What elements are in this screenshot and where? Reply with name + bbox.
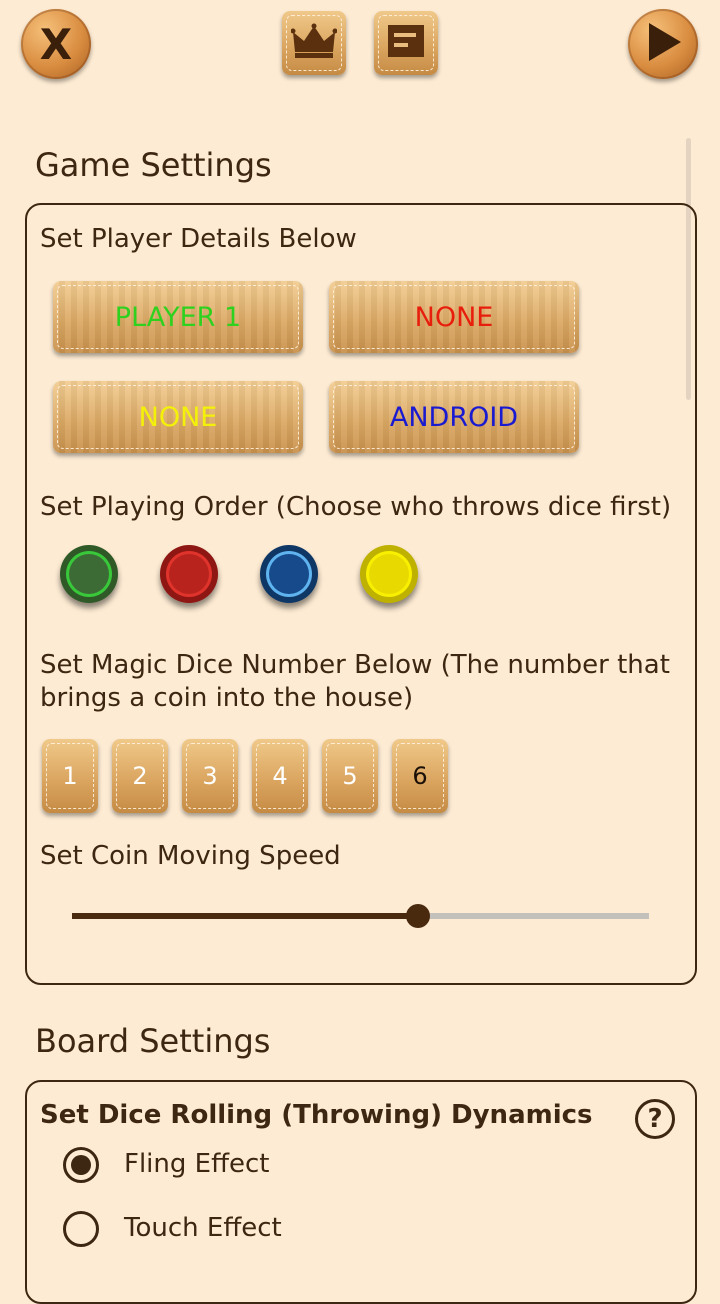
player-details-label: Set Player Details Below — [40, 224, 357, 254]
leaderboard-button[interactable] — [282, 11, 346, 75]
dice-number-label: 4 — [272, 762, 288, 790]
touch-effect-label[interactable]: Touch Effect — [124, 1213, 282, 1243]
dice-dynamics-label: Set Dice Rolling (Throwing) Dynamics — [40, 1100, 593, 1130]
player-slot-2-button[interactable]: NONE — [329, 281, 579, 353]
playing-order-label: Set Playing Order (Choose who throws dic… — [40, 492, 672, 522]
close-icon: X — [39, 19, 73, 69]
dice-number-label: 5 — [342, 762, 358, 790]
radio-selected-dot — [71, 1155, 91, 1175]
player-slot-3-button[interactable]: NONE — [53, 381, 303, 453]
dice-number-3-button[interactable]: 3 — [182, 739, 238, 813]
help-icon: ? — [647, 1104, 663, 1134]
board-settings-title: Board Settings — [35, 1022, 271, 1060]
fling-effect-label[interactable]: Fling Effect — [124, 1149, 269, 1179]
dice-number-6-button[interactable]: 6 — [392, 739, 448, 813]
player-slot-4-button[interactable]: ANDROID — [329, 381, 579, 453]
speed-slider-thumb[interactable] — [406, 904, 430, 928]
blue-coin[interactable] — [260, 545, 318, 603]
yellow-coin[interactable] — [360, 545, 418, 603]
speed-slider-track-filled[interactable] — [72, 913, 418, 919]
dice-number-label: 1 — [62, 762, 78, 790]
close-button[interactable]: X — [21, 9, 91, 79]
player-slot-label: ANDROID — [389, 401, 519, 433]
player-slot-1-button[interactable]: PLAYER 1 — [53, 281, 303, 353]
magic-dice-label-line2: brings a coin into the house) — [40, 683, 414, 713]
player-slot-label: NONE — [414, 301, 494, 333]
dice-number-label: 3 — [202, 762, 218, 790]
list-icon — [386, 23, 426, 63]
help-button[interactable]: ? — [635, 1099, 675, 1139]
play-button[interactable] — [628, 9, 698, 79]
dice-number-4-button[interactable]: 4 — [252, 739, 308, 813]
touch-effect-radio[interactable] — [63, 1211, 99, 1247]
red-coin[interactable] — [160, 545, 218, 603]
game-settings-title: Game Settings — [35, 146, 272, 184]
fling-effect-radio[interactable] — [63, 1147, 99, 1183]
dice-number-5-button[interactable]: 5 — [322, 739, 378, 813]
dice-number-1-button[interactable]: 1 — [42, 739, 98, 813]
dice-number-2-button[interactable]: 2 — [112, 739, 168, 813]
magic-dice-label-line1: Set Magic Dice Number Below (The number … — [40, 650, 670, 680]
green-coin[interactable] — [60, 545, 118, 603]
crown-icon — [290, 22, 338, 64]
dice-number-label: 6 — [412, 762, 428, 790]
player-slot-label: NONE — [138, 401, 218, 433]
player-slot-label: PLAYER 1 — [114, 301, 242, 333]
speed-label: Set Coin Moving Speed — [40, 841, 341, 871]
speed-slider-track[interactable] — [418, 913, 649, 919]
menu-button[interactable] — [374, 11, 438, 75]
dice-number-label: 2 — [132, 762, 148, 790]
magic-dice-label: Set Magic Dice Number Below (The number … — [40, 649, 670, 715]
play-icon — [643, 21, 683, 67]
